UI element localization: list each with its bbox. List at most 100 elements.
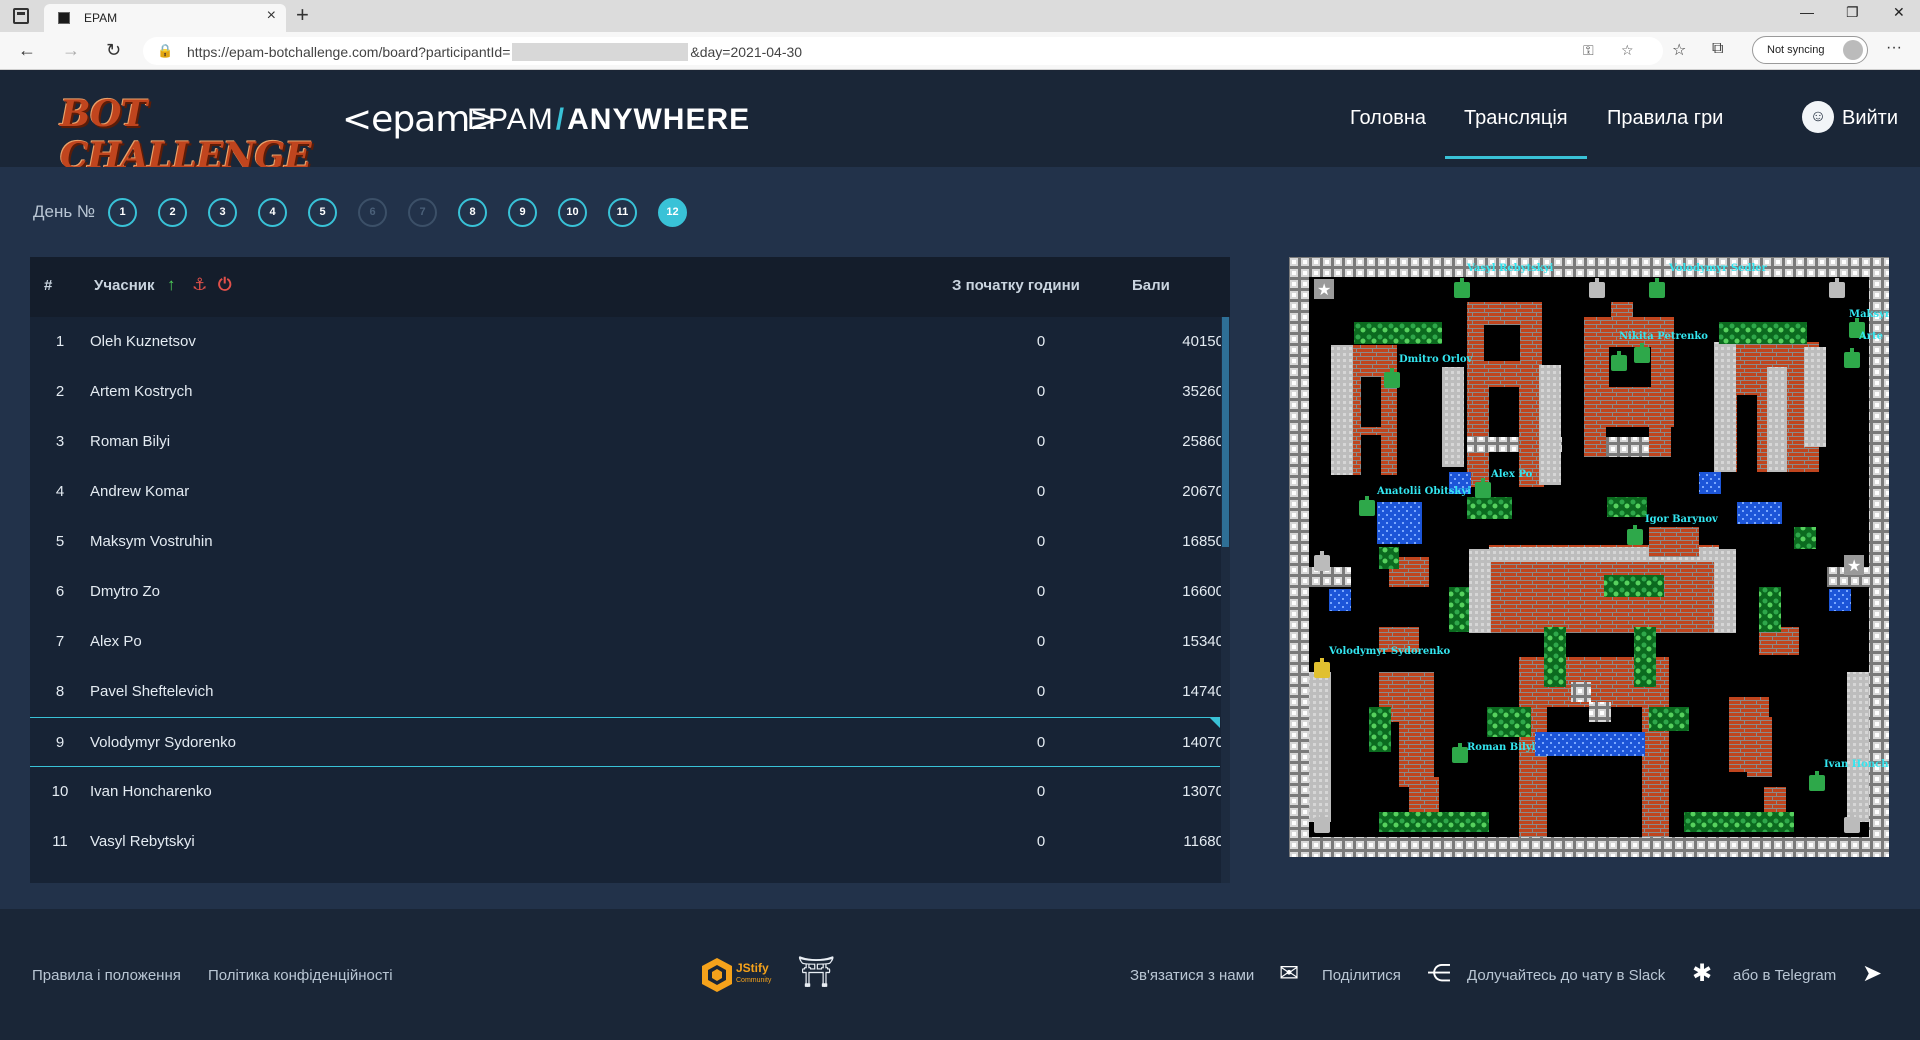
row-participant: Andrew Komar [90,483,190,500]
mail-icon[interactable]: ✉ [1279,961,1299,987]
table-row[interactable]: 6 Dmytro Zo 0 16600 [30,567,1224,617]
scrollbar-thumb[interactable] [1222,317,1229,547]
table-row[interactable]: 8 Pavel Sheftelevich 0 14740 [30,667,1224,717]
map-tile [1409,777,1439,817]
refresh-icon[interactable]: ↻ [106,40,121,61]
power-icon[interactable]: ⏻ [218,275,231,295]
col-participant[interactable]: Учасник [94,277,155,294]
game-board-svg: ★ ★ Vasyl Rebytskyi Volodymyr Sedler Maksym A… [1289,257,1889,857]
row-hours: 0 [1036,483,1046,500]
table-row[interactable]: 5 Maksym Vostruhin 0 16850 [30,517,1224,567]
day-button-7[interactable]: 7 [408,198,437,227]
star-icon: ★ [1847,558,1861,575]
row-points: 40150 [1182,333,1224,350]
tab-actions-icon[interactable] [13,8,29,24]
favorite-star-icon[interactable]: ☆ [1621,42,1634,59]
day-button-8[interactable]: 8 [458,198,487,227]
slack-icon[interactable]: ✱ [1692,961,1712,987]
key-icon[interactable]: ⚿ [1583,42,1594,59]
map-tile [1399,707,1434,787]
row-rank: 2 [55,383,65,400]
rules-link[interactable]: Правила і положення [32,967,181,984]
share-icon[interactable]: ⋲ [1427,961,1451,987]
map-tile [1449,587,1469,632]
favorites-icon[interactable]: ☆ [1672,40,1686,60]
torii-icon[interactable]: ⛩ [797,955,835,990]
more-icon[interactable]: ··· [1886,39,1902,57]
table-row[interactable]: 11 Vasyl Rebytskyi 0 11680 [30,817,1224,867]
new-tab-icon[interactable]: + [296,4,309,26]
share-link[interactable]: Поділитися [1322,967,1401,984]
anchor-icon[interactable]: ⚓ [192,275,207,295]
privacy-link[interactable]: Політика конфіденційності [208,967,393,984]
telegram-link[interactable]: або в Telegram [1733,967,1836,984]
map-tile [1737,502,1782,524]
day-button-3[interactable]: 3 [208,198,237,227]
browser-tabbar: EPAM × + — ❐ ✕ [0,0,1920,32]
logout-link[interactable]: Вийти [1842,107,1898,130]
day-button-1[interactable]: 1 [108,198,137,227]
row-rank: 1 [55,333,65,350]
day-button-6[interactable]: 6 [358,198,387,227]
favicon-icon [58,12,70,24]
table-row[interactable]: 4 Andrew Komar 0 20670 [30,467,1224,517]
back-icon[interactable]: ← [18,40,36,61]
minimize-icon[interactable]: — [1800,4,1814,20]
row-hours: 0 [1036,833,1046,850]
url-field[interactable]: 🔒 https://epam-botchallenge.com/board?pa… [143,37,1663,65]
browser-tab[interactable]: EPAM × [44,4,286,32]
row-participant: Pavel Sheftelevich [90,683,214,700]
user-icon[interactable]: ☺ [1802,101,1834,133]
map-tile [1379,547,1399,569]
restore-icon[interactable]: ❐ [1846,4,1859,21]
table-row[interactable]: 3 Roman Bilyi 0 25860 [30,417,1224,467]
tank-barrel [1850,813,1854,821]
day-button-9[interactable]: 9 [508,198,537,227]
slack-link[interactable]: Долучайтесь до чату в Slack [1467,967,1665,984]
epam-anywhere-logo[interactable]: EPAM/ANYWHERE [467,103,750,137]
row-participant: Artem Kostrych [90,383,193,400]
jstify-sub: Community [736,977,772,984]
forward-icon[interactable]: → [62,40,80,61]
table-row[interactable]: 9 Volodymyr Sydorenko 0 14070 [30,717,1224,767]
row-rank: 8 [55,683,65,700]
collections-icon[interactable]: ⧉ [1712,40,1723,58]
map-tile [1737,395,1757,472]
day-button-4[interactable]: 4 [258,198,287,227]
map-tile [1649,527,1699,557]
close-tab-icon[interactable]: × [267,7,276,25]
nav-home[interactable]: Головна [1350,107,1426,130]
telegram-icon[interactable]: ➤ [1862,961,1882,987]
sync-button[interactable]: Not syncing [1752,36,1868,64]
row-participant: Dmytro Zo [90,583,161,600]
day-button-10[interactable]: 10 [558,198,587,227]
scrollbar[interactable] [1221,317,1230,883]
table-row[interactable]: 7 Alex Po 0 15340 [30,617,1224,667]
day-button-5[interactable]: 5 [308,198,337,227]
tank-barrel [1815,771,1819,779]
nav-rules[interactable]: Правила гри [1607,107,1723,130]
day-button-12[interactable]: 12 [658,198,687,227]
close-window-icon[interactable]: ✕ [1893,4,1905,21]
map-tile [1309,672,1331,822]
day-button-11[interactable]: 11 [608,198,637,227]
map-tile [1649,707,1689,731]
player-label: Vasyl Rebytskyi [1466,263,1554,274]
row-hours: 0 [1036,734,1046,751]
table-row[interactable]: 2 Artem Kostrych 0 35260 [30,367,1224,417]
sort-up-icon[interactable]: ↑ [167,275,176,295]
bot-challenge-logo[interactable]: BOT CHALLENGE [60,93,312,177]
table-row[interactable]: 10 Ivan Honcharenko 0 13070 [30,767,1224,817]
row-rank: 4 [55,483,65,500]
row-participant: Oleh Kuznetsov [90,333,196,350]
table-row[interactable]: 1 Oleh Kuznetsov 0 40150 [30,317,1224,367]
player-label: Nikita Petrenko [1619,331,1708,342]
leaderboard: # Учасник ↑ ⚓ ⏻ З початку години Бали 1 O… [30,257,1230,883]
player-label: Roman Bilyi [1467,742,1536,753]
day-button-2[interactable]: 2 [158,198,187,227]
row-rank: 6 [55,583,65,600]
contact-link[interactable]: Зв'язатися з нами [1130,967,1254,984]
row-points: 14070 [1182,734,1224,751]
nav-broadcast[interactable]: Трансляція [1445,107,1587,159]
jstify-logo[interactable]: JStify Community [700,957,780,993]
